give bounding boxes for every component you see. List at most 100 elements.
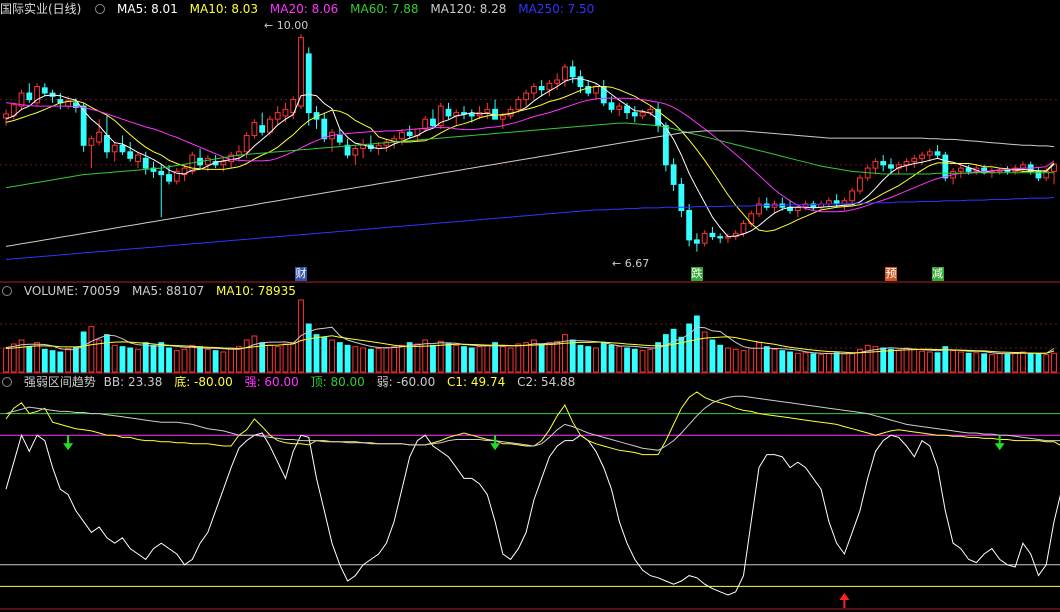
volume-bar xyxy=(476,346,483,373)
candle-body xyxy=(911,157,918,163)
volume-bar xyxy=(111,344,118,373)
volume-bar xyxy=(197,346,203,373)
candle-body xyxy=(693,239,700,244)
circle-icon[interactable] xyxy=(2,377,12,387)
c2-label: C2: 54.88 xyxy=(517,375,576,389)
volume-bar xyxy=(569,339,576,373)
candle-body xyxy=(717,236,724,239)
candle-body xyxy=(305,53,312,114)
candle-body xyxy=(220,161,227,166)
candle-body xyxy=(96,131,103,143)
candle-body xyxy=(430,118,436,127)
volume-bar xyxy=(104,334,110,373)
candle-body xyxy=(546,82,553,91)
candle-body xyxy=(251,121,258,136)
candle-body xyxy=(616,105,623,110)
volume-bar xyxy=(973,352,980,373)
candle-body xyxy=(740,223,747,234)
volume-bar xyxy=(321,336,328,373)
volume-bar xyxy=(336,342,343,373)
ma-line-ma120 xyxy=(5,130,1055,247)
volume-bar xyxy=(406,342,413,373)
candle-body xyxy=(888,164,894,169)
candle-body xyxy=(352,148,359,156)
volume-bar xyxy=(34,342,40,373)
volume-bar xyxy=(810,353,817,373)
volume-bar xyxy=(189,344,196,373)
volume-bar xyxy=(585,346,592,373)
volume-bar xyxy=(274,346,281,373)
ma250-label: MA250: 7.50 xyxy=(518,2,595,16)
candle-body xyxy=(166,174,172,182)
volume-bar xyxy=(515,343,522,373)
volume-bar xyxy=(150,344,157,373)
strong-level-label: 强: 60.00 xyxy=(244,375,299,389)
event-badge[interactable]: 跌 xyxy=(690,267,703,281)
volume-bar xyxy=(981,353,988,373)
candle-body xyxy=(243,134,250,153)
candle-body xyxy=(344,144,351,156)
volume-bar xyxy=(647,348,654,373)
volume-bar xyxy=(849,352,856,373)
volume-bar xyxy=(492,342,498,373)
volume-bar xyxy=(3,347,9,373)
candle-body xyxy=(515,99,522,110)
top-level-label: 顶: 80.00 xyxy=(310,375,365,389)
candle-body xyxy=(662,125,669,166)
volume-bar xyxy=(717,344,724,373)
candle-body xyxy=(857,177,863,192)
candle-body xyxy=(562,66,568,81)
volume-bar xyxy=(352,346,359,373)
weak-level-label: 弱: -60.00 xyxy=(376,375,436,389)
volume-bar xyxy=(1027,352,1034,373)
volume-bar xyxy=(96,339,103,373)
candle-body xyxy=(158,170,165,176)
candle-body xyxy=(530,86,537,94)
volume-bar xyxy=(173,350,180,373)
volume-bar xyxy=(360,347,367,373)
candle-body xyxy=(26,92,33,101)
volume-bar xyxy=(243,339,250,373)
volume-bar xyxy=(919,350,925,373)
candle-body xyxy=(554,79,561,84)
ma-line-ma5 xyxy=(5,78,1055,238)
volume-bar xyxy=(771,348,778,373)
volume-bar xyxy=(422,339,429,373)
volume-bar xyxy=(453,344,460,373)
volume-bar xyxy=(1043,354,1050,373)
volume-bar xyxy=(65,348,72,373)
circle-icon[interactable] xyxy=(95,4,106,14)
volume-bar xyxy=(127,347,134,373)
volume-bar xyxy=(1051,352,1057,373)
volume-bar xyxy=(624,347,630,373)
volume-bar xyxy=(251,335,258,373)
ma10-label: MA10: 8.03 xyxy=(189,2,259,16)
stock-title: 国际实业(日线) xyxy=(0,2,82,16)
candle-body xyxy=(119,144,126,153)
volume-bar xyxy=(895,350,902,373)
volume-bar xyxy=(988,354,995,373)
candle-body xyxy=(127,151,134,159)
candle-body xyxy=(492,108,498,120)
price-panel-header: 国际实业(日线) MA5: 8.01 MA10: 8.03 MA20: 8.06… xyxy=(0,1,602,17)
bottom-level-label: 底: -80.00 xyxy=(174,375,233,389)
event-badge[interactable]: 预 xyxy=(884,267,897,281)
event-badge[interactable]: 财 xyxy=(294,267,307,281)
event-badge[interactable]: 减 xyxy=(931,267,944,281)
volume-bar xyxy=(80,331,87,373)
volume-bar xyxy=(631,348,638,373)
volume-bar xyxy=(1035,353,1042,373)
candle-body xyxy=(88,138,95,146)
candle-body xyxy=(647,108,654,114)
candle-body xyxy=(523,92,530,101)
volume-bar xyxy=(430,344,436,373)
ma-line-ma10 xyxy=(5,86,1055,232)
candle-body xyxy=(3,113,9,119)
candle-body xyxy=(484,108,491,114)
volume-bar xyxy=(732,348,739,373)
volume-panel-header: VOLUME: 70059 MA5: 88107 MA10: 78935 xyxy=(0,283,304,299)
volume-bar xyxy=(313,334,320,373)
volume-bar xyxy=(344,344,351,373)
volume-bar xyxy=(329,339,335,373)
circle-icon[interactable] xyxy=(2,286,12,296)
